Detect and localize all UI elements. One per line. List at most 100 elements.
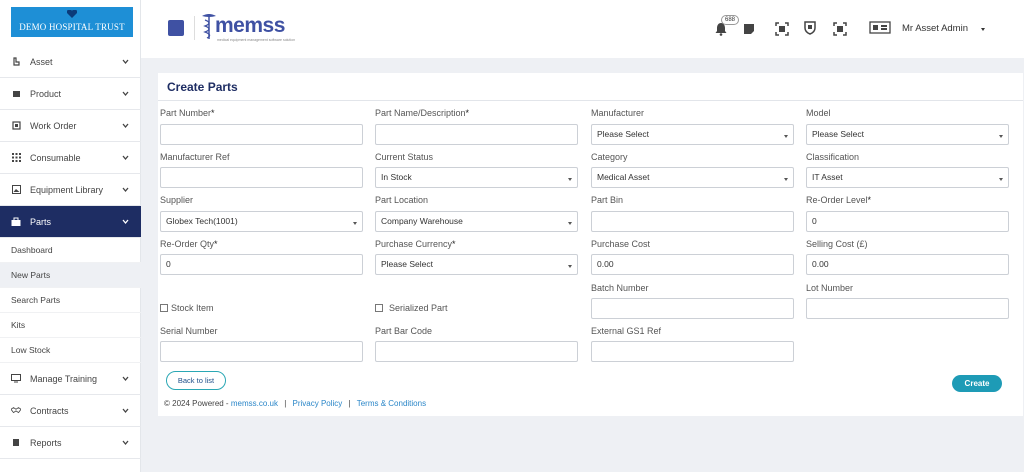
sidebar-item-product[interactable]: Product: [0, 78, 141, 110]
dropdown-arrow-icon: [784, 178, 788, 181]
sidebar-item-asset[interactable]: Asset: [0, 46, 141, 78]
classification-label: Classification: [806, 152, 860, 162]
stock-item-checkbox-row[interactable]: Stock Item: [160, 303, 214, 313]
sidebar-item-label: Work Order: [30, 120, 77, 131]
classification-select[interactable]: IT Asset: [806, 167, 1009, 188]
category-label: Category: [591, 152, 628, 162]
sidebar: DEMO HOSPITAL TRUST Asset Product Work O…: [0, 0, 141, 472]
barcode-scan-icon[interactable]: [775, 22, 789, 36]
batch-number-input[interactable]: [591, 298, 794, 319]
terms-link[interactable]: Terms & Conditions: [357, 399, 426, 408]
asset-icon: [11, 57, 21, 67]
create-button[interactable]: Create: [952, 375, 1002, 392]
user-menu-caret-icon[interactable]: [981, 28, 985, 31]
manufacturer-ref-label: Manufacturer Ref: [160, 152, 230, 162]
reorder-qty-label: Re-Order Qty*: [160, 239, 218, 249]
external-gs1-ref-label: External GS1 Ref: [591, 326, 662, 336]
part-bin-input[interactable]: [591, 211, 794, 232]
external-gs1-ref-input[interactable]: [591, 341, 794, 362]
dropdown-arrow-icon: [568, 265, 572, 268]
work-order-icon: [11, 121, 21, 131]
serial-number-input[interactable]: [160, 341, 363, 362]
note-icon[interactable]: [742, 22, 756, 36]
manufacturer-ref-input[interactable]: [160, 167, 363, 188]
category-select[interactable]: Medical Asset: [591, 167, 794, 188]
serialized-part-label: Serialized Part: [389, 303, 448, 313]
image-icon: [11, 185, 21, 195]
menu-toggle-button[interactable]: [168, 20, 184, 36]
title-divider: [158, 100, 1023, 101]
copyright-text: © 2024 Powered -: [164, 399, 229, 408]
sidebar-subitem-new-parts[interactable]: New Parts: [0, 263, 141, 288]
reorder-level-label: Re-Order Level*: [806, 195, 872, 205]
sidebar-item-label: Asset: [30, 56, 53, 67]
qr-scan-icon[interactable]: [833, 22, 847, 36]
manufacturer-select[interactable]: Please Select: [591, 124, 794, 145]
part-location-select[interactable]: Company Warehouse: [375, 211, 578, 232]
sidebar-item-manage-training[interactable]: Manage Training: [0, 363, 141, 395]
current-status-label: Current Status: [375, 152, 434, 162]
serialized-part-checkbox-row[interactable]: Serialized Part: [375, 303, 448, 313]
footer-separator: |: [284, 399, 287, 408]
user-name[interactable]: Mr Asset Admin: [902, 23, 968, 34]
chevron-down-icon: [122, 123, 129, 129]
sidebar-item-label: Product: [30, 88, 62, 99]
stock-item-label: Stock Item: [171, 303, 214, 313]
report-icon: [11, 438, 21, 448]
serialized-part-checkbox[interactable]: [375, 304, 383, 312]
top-header: memss medical equipment management softw…: [141, 0, 1024, 58]
purchase-cost-input[interactable]: 0.00: [591, 254, 794, 275]
part-name-input[interactable]: [375, 124, 578, 145]
model-label: Model: [806, 108, 831, 118]
dropdown-arrow-icon: [999, 135, 1003, 138]
toolbox-icon: [11, 217, 21, 227]
dropdown-arrow-icon: [568, 222, 572, 225]
sidebar-item-reports[interactable]: Reports: [0, 427, 141, 459]
notification-badge: 688: [721, 15, 740, 25]
back-to-list-button[interactable]: Back to list: [166, 371, 226, 390]
site-link[interactable]: memss.co.uk: [231, 399, 278, 408]
dropdown-arrow-icon: [568, 178, 572, 181]
dropdown-arrow-icon: [353, 222, 357, 225]
chevron-down-icon: [122, 408, 129, 414]
current-status-select[interactable]: In Stock: [375, 167, 578, 188]
batch-number-label: Batch Number: [591, 283, 649, 293]
header-divider: [194, 16, 195, 40]
reorder-level-input[interactable]: 0: [806, 211, 1009, 232]
dropdown-arrow-icon: [999, 178, 1003, 181]
selling-cost-label: Selling Cost (£): [806, 239, 868, 249]
serial-number-label: Serial Number: [160, 326, 218, 336]
sidebar-item-label: Equipment Library: [30, 184, 104, 195]
sidebar-item-consumable[interactable]: Consumable: [0, 142, 141, 174]
avatar[interactable]: [869, 20, 891, 36]
privacy-policy-link[interactable]: Privacy Policy: [293, 399, 343, 408]
brand-name: DEMO HOSPITAL TRUST: [19, 22, 125, 32]
stock-item-checkbox[interactable]: [160, 304, 168, 312]
shield-icon[interactable]: [803, 21, 817, 35]
sidebar-item-parts[interactable]: Parts: [0, 206, 141, 238]
sidebar-subitem-dashboard[interactable]: Dashboard: [0, 238, 141, 263]
chevron-down-icon: [122, 155, 129, 161]
sidebar-subitem-low-stock[interactable]: Low Stock: [0, 338, 141, 363]
sidebar-nav: Asset Product Work Order Consumable Equi…: [0, 46, 141, 459]
supplier-label: Supplier: [160, 195, 194, 205]
sidebar-subitem-search-parts[interactable]: Search Parts: [0, 288, 141, 313]
sidebar-item-work-order[interactable]: Work Order: [0, 110, 141, 142]
part-bar-code-input[interactable]: [375, 341, 578, 362]
chevron-down-icon: [122, 440, 129, 446]
chevron-down-icon: [122, 187, 129, 193]
part-number-label: Part Number*: [160, 108, 215, 118]
sidebar-subitem-kits[interactable]: Kits: [0, 313, 141, 338]
sidebar-item-equipment-library[interactable]: Equipment Library: [0, 174, 141, 206]
lot-number-label: Lot Number: [806, 283, 854, 293]
model-select[interactable]: Please Select: [806, 124, 1009, 145]
brand-banner[interactable]: DEMO HOSPITAL TRUST: [11, 7, 133, 37]
part-number-input[interactable]: [160, 124, 363, 145]
sidebar-item-contracts[interactable]: Contracts: [0, 395, 141, 427]
purchase-currency-select[interactable]: Please Select: [375, 254, 578, 275]
memss-logo[interactable]: memss medical equipment management softw…: [201, 12, 301, 42]
lot-number-input[interactable]: [806, 298, 1009, 319]
selling-cost-input[interactable]: 0.00: [806, 254, 1009, 275]
reorder-qty-input[interactable]: 0: [160, 254, 363, 275]
supplier-select[interactable]: Globex Tech(1001): [160, 211, 363, 232]
